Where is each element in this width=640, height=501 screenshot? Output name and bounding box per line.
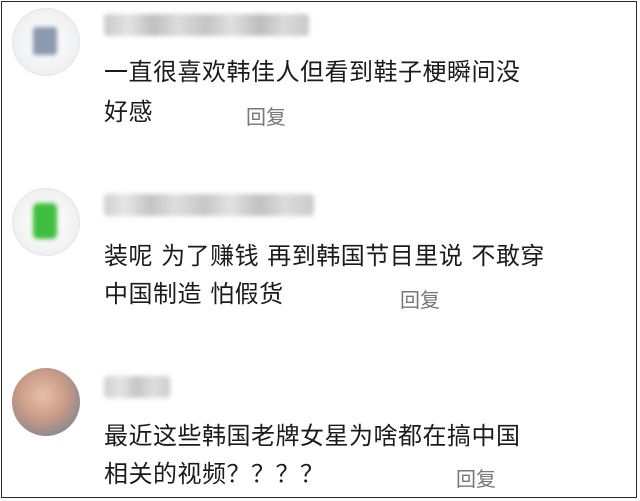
comment-text: 装呢 为了赚钱 再到韩国节目里说 不敢穿: [104, 242, 545, 270]
comment-text: 中国制造 怕假货: [104, 280, 284, 308]
username-blurred: [104, 194, 314, 216]
user-avatar-icon[interactable]: [12, 188, 80, 256]
reply-button[interactable]: 回复: [456, 463, 496, 492]
reply-button[interactable]: 回复: [400, 284, 440, 313]
comment-text: 最近这些韩国老牌女星为啥都在搞中国: [104, 422, 521, 450]
comment-text: 好感: [104, 98, 153, 126]
reply-button[interactable]: 回复: [246, 101, 286, 130]
comment-text: 相关的视频？？？？: [104, 460, 325, 488]
username-blurred: [104, 14, 309, 36]
comment-text: 一直很喜欢韩佳人但看到鞋子梗瞬间没: [104, 58, 521, 86]
user-avatar-icon[interactable]: [12, 368, 80, 436]
username-blurred: [104, 376, 170, 398]
user-avatar-icon[interactable]: [12, 8, 80, 76]
comment-list: 一直很喜欢韩佳人但看到鞋子梗瞬间没 好感 回复 装呢 为了赚钱 再到韩国节目里说…: [1, 1, 637, 498]
